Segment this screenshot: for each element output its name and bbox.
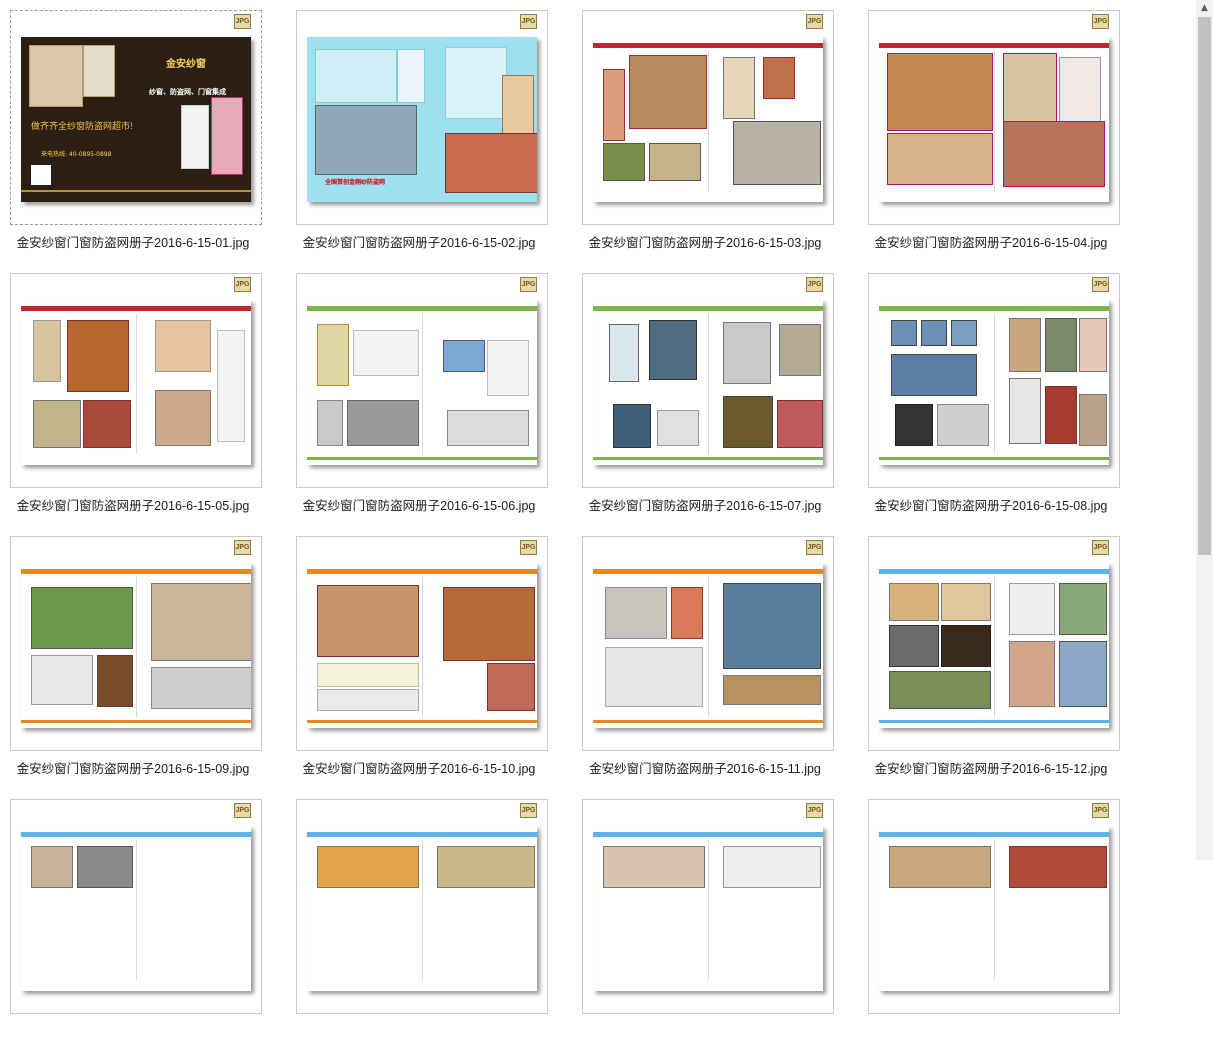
file-name[interactable]: 金安纱窗门窗防盗网册子2016-6-15-07.jpg <box>572 495 838 514</box>
thumbnail-frame[interactable]: JPG <box>868 536 1120 751</box>
jpg-badge-icon: JPG <box>806 540 823 555</box>
cover-page-image: 金安纱窗 纱窗、防盗网、门窗集成 做齐齐全纱窗防盗网超市! 来电热线: 40-0… <box>21 37 251 202</box>
vertical-scrollbar[interactable]: ▲ <box>1196 0 1213 860</box>
page-image: 全国首创金刚纱防盗网 <box>307 37 537 202</box>
jpg-badge-icon: JPG <box>234 803 251 818</box>
file-tile[interactable]: JPG 金安纱窗门窗防盗网册子2016-6-15-09.jpg <box>0 526 266 786</box>
file-name[interactable]: 金安纱窗门窗防盗网册子2016-6-15-02.jpg <box>286 232 552 251</box>
page-image <box>879 37 1109 202</box>
page-image <box>307 826 537 991</box>
file-name[interactable]: 金安纱窗门窗防盗网册子2016-6-15-06.jpg <box>286 495 552 514</box>
thumbnail-frame[interactable]: JPG <box>296 273 548 488</box>
file-tile[interactable]: JPG 金安纱窗门窗防盗网册子2016-6-15-03.jpg <box>572 0 838 260</box>
file-name[interactable]: 金安纱窗门窗防盗网册子2016-6-15-05.jpg <box>0 495 266 514</box>
thumbnail-frame[interactable]: JPG <box>10 799 262 1014</box>
file-tile[interactable]: JPG 全国首创金刚纱防盗网 金安纱窗门窗防盗网册子2016-6-15-02.j… <box>286 0 552 260</box>
thumbnail-frame[interactable]: JPG 金安纱窗 纱窗、防盗网、门窗集成 做齐齐全纱窗防盗网超市! 来电热线: … <box>10 10 262 225</box>
file-name[interactable]: 金安纱窗门窗防盗网册子2016-6-15-08.jpg <box>858 495 1124 514</box>
scrollbar-thumb[interactable] <box>1198 17 1211 555</box>
file-name[interactable]: 金安纱窗门窗防盗网册子2016-6-15-12.jpg <box>858 758 1124 777</box>
jpg-badge-icon: JPG <box>806 14 823 29</box>
cover-headline: 做齐齐全纱窗防盗网超市! <box>31 121 133 131</box>
page-image <box>879 300 1109 465</box>
page-image <box>593 563 823 728</box>
file-name[interactable]: 金安纱窗门窗防盗网册子2016-6-15-09.jpg <box>0 758 266 777</box>
thumbnail-frame[interactable]: JPG <box>582 273 834 488</box>
jpg-badge-icon: JPG <box>1092 277 1109 292</box>
page-image <box>879 826 1109 991</box>
file-name[interactable]: 金安纱窗门窗防盗网册子2016-6-15-11.jpg <box>572 758 838 777</box>
file-tile[interactable]: JPG 金安纱窗门窗防盗网册子2016-6-15-12.jpg <box>858 526 1124 786</box>
thumbnail-frame[interactable]: JPG <box>582 536 834 751</box>
jpg-badge-icon: JPG <box>520 540 537 555</box>
file-tile[interactable]: JPG 金安纱窗门窗防盗网册子2016-6-15-07.jpg <box>572 263 838 523</box>
jpg-badge-icon: JPG <box>1092 803 1109 818</box>
file-tile[interactable]: JPG <box>572 789 838 1049</box>
file-name[interactable]: 金安纱窗门窗防盗网册子2016-6-15-03.jpg <box>572 232 838 251</box>
jpg-badge-icon: JPG <box>234 540 251 555</box>
file-tile[interactable]: JPG 金安纱窗门窗防盗网册子2016-6-15-08.jpg <box>858 263 1124 523</box>
page-image <box>593 826 823 991</box>
cover-slogan: 纱窗、防盗网、门窗集成 <box>149 88 226 96</box>
file-tile[interactable]: JPG 金安纱窗门窗防盗网册子2016-6-15-04.jpg <box>858 0 1124 260</box>
scroll-up-icon[interactable]: ▲ <box>1196 0 1213 17</box>
file-name[interactable]: 金安纱窗门窗防盗网册子2016-6-15-01.jpg <box>0 232 266 251</box>
jpg-badge-icon: JPG <box>806 277 823 292</box>
cover-hotline: 来电热线: 40-0895-0898 <box>41 151 112 158</box>
thumbnail-frame[interactable]: JPG <box>10 273 262 488</box>
jpg-badge-icon: JPG <box>520 14 537 29</box>
file-tile[interactable]: JPG <box>286 789 552 1049</box>
thumbnail-frame[interactable]: JPG 全国首创金刚纱防盗网 <box>296 10 548 225</box>
thumbnail-grid: JPG 金安纱窗 纱窗、防盗网、门窗集成 做齐齐全纱窗防盗网超市! 来电热线: … <box>0 0 1196 1014</box>
page-image <box>593 300 823 465</box>
thumbnail-frame[interactable]: JPG <box>582 799 834 1014</box>
jpg-badge-icon: JPG <box>234 14 251 29</box>
cover-brand: 金安纱窗 <box>166 59 206 70</box>
jpg-badge-icon: JPG <box>806 803 823 818</box>
file-tile[interactable]: JPG <box>0 789 266 1049</box>
page-image <box>21 300 251 465</box>
file-tile[interactable]: JPG 金安纱窗门窗防盗网册子2016-6-15-05.jpg <box>0 263 266 523</box>
page-image <box>21 563 251 728</box>
file-tile[interactable]: JPG 金安纱窗门窗防盗网册子2016-6-15-11.jpg <box>572 526 838 786</box>
jpg-badge-icon: JPG <box>234 277 251 292</box>
thumbnail-frame[interactable]: JPG <box>868 273 1120 488</box>
file-name[interactable]: 金安纱窗门窗防盗网册子2016-6-15-04.jpg <box>858 232 1124 251</box>
thumbnail-frame[interactable]: JPG <box>296 799 548 1014</box>
jpg-badge-icon: JPG <box>520 277 537 292</box>
file-tile[interactable]: JPG 金安纱窗门窗防盗网册子2016-6-15-10.jpg <box>286 526 552 786</box>
thumbnail-frame[interactable]: JPG <box>582 10 834 225</box>
page-image <box>307 300 537 465</box>
thumbnail-frame[interactable]: JPG <box>296 536 548 751</box>
page-image <box>879 563 1109 728</box>
thumbnail-frame[interactable]: JPG <box>10 536 262 751</box>
file-name[interactable]: 金安纱窗门窗防盗网册子2016-6-15-10.jpg <box>286 758 552 777</box>
file-tile[interactable]: JPG <box>858 789 1124 1049</box>
jpg-badge-icon: JPG <box>1092 14 1109 29</box>
thumbnail-frame[interactable]: JPG <box>868 799 1120 1014</box>
page-image <box>21 826 251 991</box>
page2-banner: 全国首创金刚纱防盗网 <box>325 179 386 186</box>
jpg-badge-icon: JPG <box>520 803 537 818</box>
jpg-badge-icon: JPG <box>1092 540 1109 555</box>
page-image <box>593 37 823 202</box>
file-tile[interactable]: JPG 金安纱窗 纱窗、防盗网、门窗集成 做齐齐全纱窗防盗网超市! 来电热线: … <box>0 0 266 260</box>
thumbnail-frame[interactable]: JPG <box>868 10 1120 225</box>
page-image <box>307 563 537 728</box>
file-tile[interactable]: JPG 金安纱窗门窗防盗网册子2016-6-15-06.jpg <box>286 263 552 523</box>
